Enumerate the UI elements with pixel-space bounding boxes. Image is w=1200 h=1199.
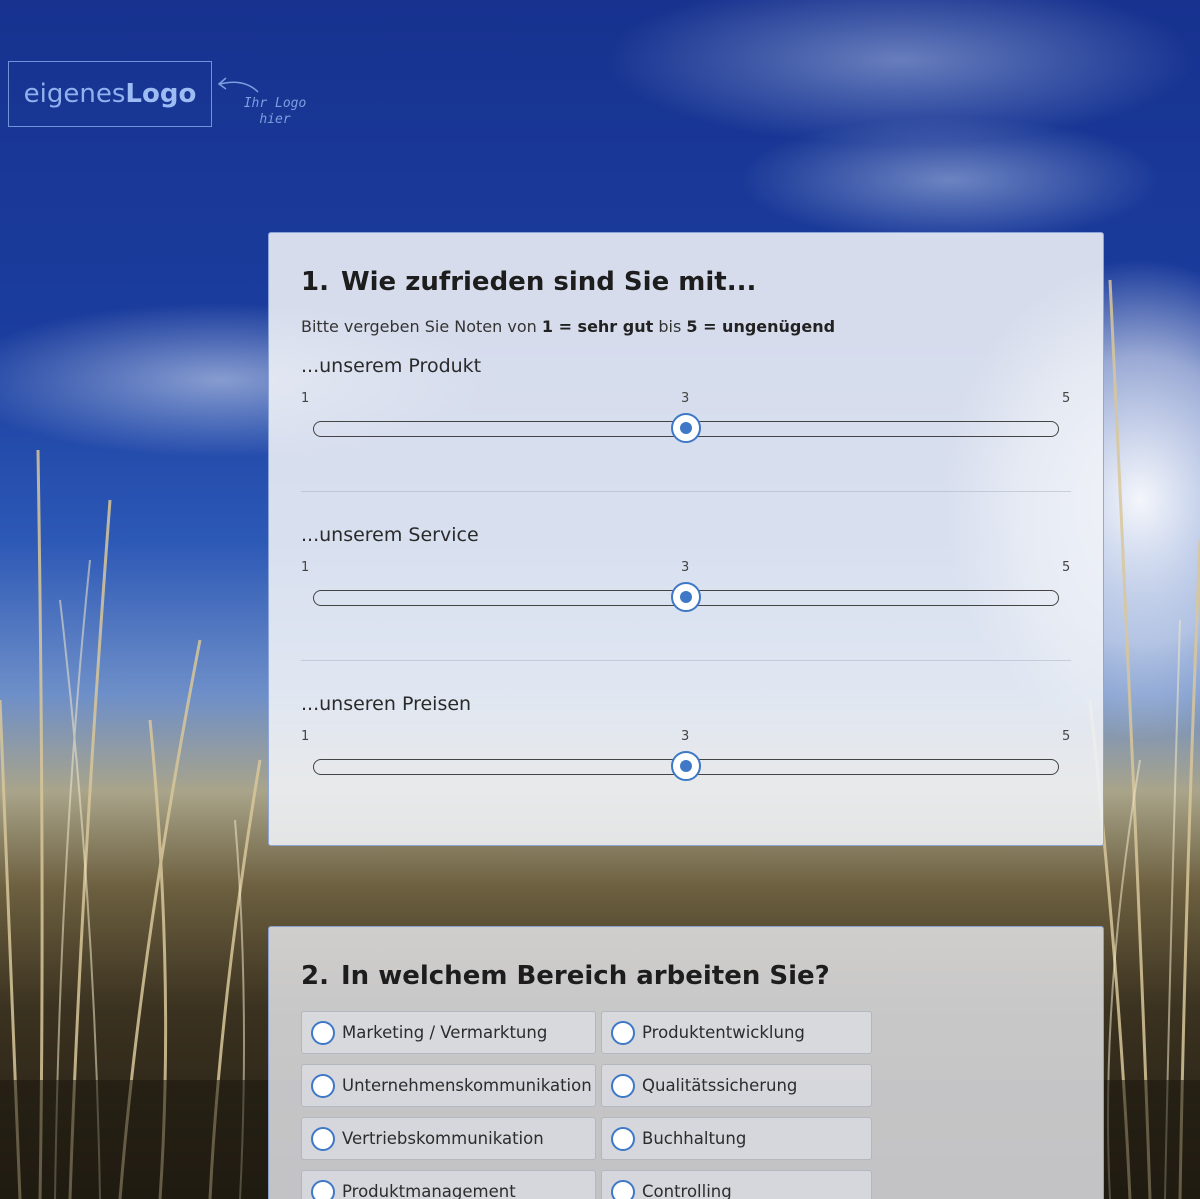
question-2-text: In welchem Bereich arbeiten Sie? (340, 961, 830, 991)
logo-hint-line1: Ihr Logo (243, 96, 307, 111)
slider-label: ...unserem Produkt (301, 355, 482, 377)
logo-text-bold: Logo (125, 79, 197, 109)
slider-min-tick: 1 (301, 391, 310, 406)
slider-mid-tick: 3 (681, 391, 690, 406)
question-1-instructions: Bitte vergeben Sie Noten von 1 = sehr gu… (301, 317, 835, 336)
option-label: Vertriebskommunikation (342, 1129, 544, 1148)
instructions-best-grade: 1 = sehr gut (541, 317, 654, 336)
instructions-prefix: Bitte vergeben Sie Noten von (301, 317, 542, 336)
slider-item-prices: ...unseren Preisen 1 3 5 (301, 693, 1071, 853)
radio-button[interactable] (611, 1020, 635, 1045)
slider-max-tick: 5 (1062, 560, 1071, 575)
slider-min-tick: 1 (301, 560, 310, 575)
option-marketing[interactable]: Marketing / Vermarktung (301, 1011, 596, 1054)
question-1-text: Wie zufrieden sind Sie mit... (340, 267, 757, 297)
radio-button[interactable] (611, 1073, 635, 1098)
logo-hint-line2: hier (259, 112, 291, 127)
option-label: Produktmanagement (342, 1182, 516, 1199)
question-2-number: 2. (301, 961, 329, 991)
question-2-title: 2. In welchem Bereich arbeiten Sie? (301, 961, 830, 991)
instructions-worst-grade: 5 = ungenügend (686, 317, 836, 336)
option-label: Buchhaltung (642, 1129, 747, 1148)
instructions-middle: bis (653, 317, 687, 336)
option-quality-assurance[interactable]: Qualitätssicherung (601, 1064, 872, 1107)
logo-text-regular: eigenes (23, 79, 126, 109)
option-corporate-communication[interactable]: Unternehmenskommunikation (301, 1064, 596, 1107)
slider-min-tick: 1 (301, 729, 310, 744)
radio-button[interactable] (611, 1179, 635, 1199)
option-label: Unternehmenskommunikation (342, 1076, 592, 1095)
radio-button[interactable] (311, 1020, 335, 1045)
question-1-title: 1. Wie zufrieden sind Sie mit... (301, 267, 756, 297)
slider-label: ...unseren Preisen (301, 693, 472, 715)
radio-button[interactable] (311, 1073, 335, 1098)
radio-button[interactable] (311, 1126, 335, 1151)
option-accounting[interactable]: Buchhaltung (601, 1117, 872, 1160)
slider-thumb[interactable] (671, 413, 701, 443)
radio-button[interactable] (311, 1179, 335, 1199)
option-label: Qualitätssicherung (642, 1076, 798, 1095)
slider-mid-tick: 3 (681, 560, 690, 575)
question-1-number: 1. (301, 267, 329, 297)
option-product-development[interactable]: Produktentwicklung (601, 1011, 872, 1054)
slider-max-tick: 5 (1062, 729, 1071, 744)
divider (301, 660, 1071, 661)
question-card-2: 2. In welchem Bereich arbeiten Sie? Marke… (268, 926, 1104, 1199)
slider-thumb[interactable] (671, 582, 701, 612)
option-label: Produktentwicklung (642, 1023, 805, 1042)
option-sales-communication[interactable]: Vertriebskommunikation (301, 1117, 596, 1160)
slider-max-tick: 5 (1062, 391, 1071, 406)
radio-button[interactable] (611, 1126, 635, 1151)
option-controlling[interactable]: Controlling (601, 1170, 872, 1199)
option-label: Marketing / Vermarktung (342, 1023, 548, 1042)
slider-label: ...unserem Service (301, 524, 479, 546)
logo-placeholder[interactable]: eigenes Logo (8, 61, 212, 127)
question-card-1: 1. Wie zufrieden sind Sie mit... Bitte ve… (268, 232, 1104, 846)
logo-hint: Ihr Logo hier (230, 96, 320, 128)
slider-thumb[interactable] (671, 751, 701, 781)
survey-page: eigenes Logo Ihr Logo hier 1. Wie zufriede… (0, 0, 1200, 1199)
divider (301, 491, 1071, 492)
slider-mid-tick: 3 (681, 729, 690, 744)
option-label: Controlling (642, 1182, 732, 1199)
option-product-management[interactable]: Produktmanagement (301, 1170, 596, 1199)
